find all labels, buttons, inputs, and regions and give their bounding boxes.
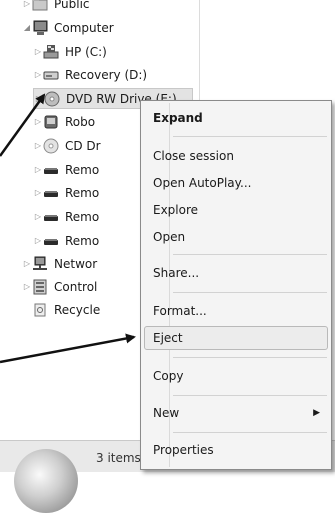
annotation-arrows	[0, 93, 136, 364]
annotation-arrow-dvd	[0, 93, 46, 157]
annotation-arrow-eject	[0, 333, 136, 364]
